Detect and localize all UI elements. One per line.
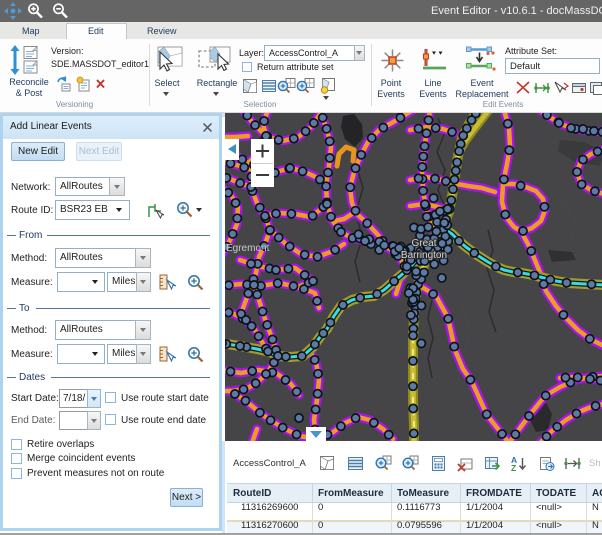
svg-text:Egremont: Egremont <box>226 243 270 254</box>
svg-text:Barrington: Barrington <box>401 250 447 261</box>
svg-text:Z: Z <box>511 463 516 472</box>
svg-text:Great: Great <box>411 238 436 249</box>
